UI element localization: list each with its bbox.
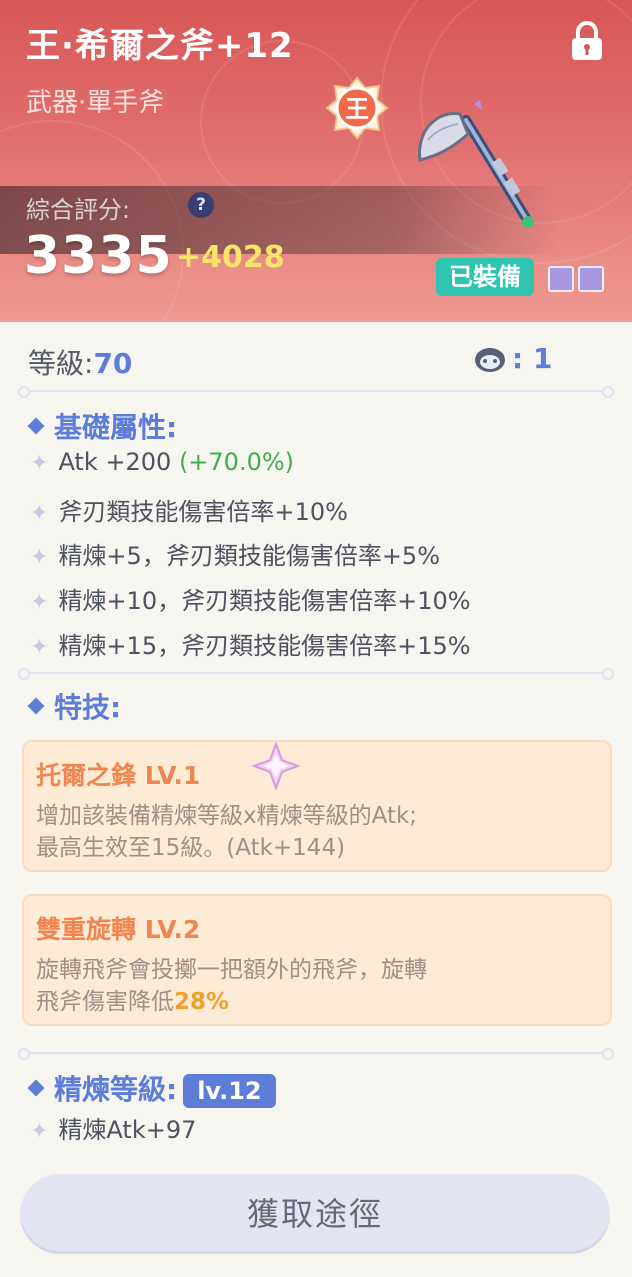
level-value: 70 (93, 347, 133, 380)
refine-level-badge: lv.12 (183, 1074, 276, 1108)
sparkle-icon: ✦ (30, 451, 49, 476)
specials-title: 特技: (27, 686, 121, 726)
companion-icon (475, 348, 505, 372)
sparkle-icon: ✦ (30, 590, 49, 615)
obtain-method-button[interactable]: 獲取途徑 (20, 1174, 610, 1254)
king-glyph: 王 (345, 95, 369, 123)
item-type: 武器·單手斧 (26, 88, 165, 118)
king-rank-icon: 王 (325, 76, 389, 140)
stat-line: ✦ 斧刃類技能傷害倍率+10% (30, 498, 348, 526)
lock-icon[interactable] (568, 20, 606, 62)
stat-line: ✦ 精煉+15，斧刃類技能傷害倍率+15% (30, 632, 471, 660)
stat-line: ✦ 精煉+5，斧刃類技能傷害倍率+5% (30, 542, 440, 570)
atk-bonus: (+70.0%) (178, 448, 295, 476)
gem-slot-2[interactable] (578, 266, 604, 292)
diamond-icon (27, 1079, 45, 1097)
overall-score: 3335 (24, 226, 173, 286)
item-name: 王·希爾之斧+12 (26, 26, 294, 66)
skill-name: 雙重旋轉 LV.2 (36, 915, 201, 944)
divider (18, 386, 614, 398)
sparkle-icon: ✦ (30, 501, 49, 526)
score-label: 綜合評分: (26, 196, 131, 224)
equipped-badge: 已裝備 (436, 258, 534, 296)
sparkle-icon: ✦ (30, 545, 49, 570)
refine-title: 精煉等級: lv.12 (27, 1068, 276, 1108)
divider (18, 1048, 614, 1060)
damage-reduction-value: 28% (174, 989, 230, 1015)
skill-description: 旋轉飛斧會投擲一把額外的飛斧，旋轉 飛斧傷害降低28% (36, 957, 427, 1015)
star-gem-icon (252, 742, 300, 790)
axe-weapon-icon (418, 100, 534, 228)
score-delta: +4028 (176, 240, 285, 275)
stat-line: ✦ 精煉+10，斧刃類技能傷害倍率+10% (30, 587, 471, 615)
level-row: 等級:70 (28, 342, 132, 382)
skill-description: 增加該裝備精煉等級x精煉等級的Atk; 最高生效至15級。(Atk+144) (36, 803, 418, 861)
diamond-icon (27, 417, 45, 435)
skill-name: 托爾之鋒 LV.1 (36, 761, 201, 790)
level-label: 等級: (28, 347, 94, 380)
help-icon[interactable]: ? (188, 192, 214, 218)
base-stats-title: 基礎屬性: (27, 406, 177, 446)
divider (18, 668, 614, 680)
sparkle-icon: ✦ (30, 635, 49, 660)
stat-line-atk: ✦ Atk +200 (+70.0%) (30, 448, 295, 476)
companion-count: : 1 (512, 342, 553, 375)
diamond-icon (27, 697, 45, 715)
gem-slot-1[interactable] (548, 266, 574, 292)
